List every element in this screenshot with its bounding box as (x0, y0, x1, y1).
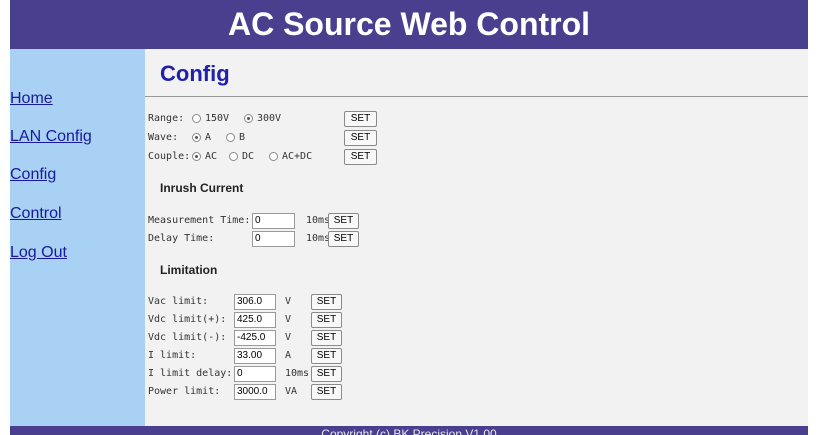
wave-set-button[interactable]: SET (344, 130, 377, 146)
range-row: Range: 150V 300V SET (148, 111, 798, 127)
page-header-title: AC Source Web Control (227, 6, 591, 42)
page: AC Source Web Control Home LAN Config Co… (0, 0, 818, 435)
vac-limit-unit: V (285, 296, 292, 307)
delay-time-set-button[interactable]: SET (328, 231, 359, 247)
wave-radio-a[interactable] (192, 133, 201, 142)
wave-radio-b[interactable] (226, 133, 235, 142)
nav-link-config[interactable]: Config (10, 166, 56, 184)
range-radio-300v[interactable] (244, 114, 253, 123)
couple-option-dc-label: DC (242, 151, 255, 162)
measurement-time-input[interactable]: 0 (252, 213, 295, 229)
i-limit-delay-set-button[interactable]: SET (311, 366, 342, 382)
couple-option-ac-label: AC (205, 151, 218, 162)
power-limit-unit: VA (285, 386, 298, 397)
main-content: Config Range: 150V 300V SET Wave: A B SE… (145, 49, 808, 426)
i-limit-unit: A (285, 350, 292, 361)
vdc-limit-negative-row: Vdc limit(-): -425.0 V SET (148, 330, 798, 346)
sidebar-nav: Home LAN Config Config Control Log Out (10, 49, 145, 426)
measurement-time-unit: 10ms (306, 215, 331, 226)
nav-link-log-out[interactable]: Log Out (10, 244, 67, 262)
vdc-limit-positive-input[interactable]: 425.0 (234, 312, 276, 328)
power-limit-row: Power limit: 3000.0 VA SET (148, 384, 798, 400)
vdc-limit-positive-label: Vdc limit(+): (148, 314, 227, 325)
delay-time-input[interactable]: 0 (252, 231, 295, 247)
nav-link-home[interactable]: Home (10, 90, 53, 108)
nav-link-control[interactable]: Control (10, 205, 62, 223)
range-set-button[interactable]: SET (344, 111, 377, 127)
vdc-limit-negative-input[interactable]: -425.0 (234, 330, 276, 346)
measurement-time-label: Measurement Time: (148, 215, 251, 226)
range-option-150v-label: 150V (205, 113, 230, 124)
i-limit-delay-label: I limit delay: (148, 368, 233, 379)
i-limit-delay-row: I limit delay: 0 10ms SET (148, 366, 798, 382)
i-limit-delay-input[interactable]: 0 (234, 366, 276, 382)
measurement-time-row: Measurement Time: 0 10ms SET (148, 213, 798, 229)
vdc-limit-negative-unit: V (285, 332, 292, 343)
copyright-text: Copyright (c) BK Precision V1.00 (321, 427, 497, 435)
measurement-time-set-button[interactable]: SET (328, 213, 359, 229)
power-limit-input[interactable]: 3000.0 (234, 384, 276, 400)
vdc-limit-negative-set-button[interactable]: SET (311, 330, 342, 346)
range-radio-150v[interactable] (192, 114, 201, 123)
vdc-limit-positive-set-button[interactable]: SET (311, 312, 342, 328)
nav-link-lan-config[interactable]: LAN Config (10, 128, 92, 146)
inrush-current-heading: Inrush Current (160, 181, 244, 195)
vdc-limit-positive-row: Vdc limit(+): 425.0 V SET (148, 312, 798, 328)
wave-label: Wave: (148, 132, 179, 143)
range-option-300v-label: 300V (257, 113, 282, 124)
wave-option-a-label: A (205, 132, 212, 143)
limitation-heading: Limitation (160, 263, 218, 277)
delay-time-label: Delay Time: (148, 233, 215, 244)
page-footer: Copyright (c) BK Precision V1.00 (10, 426, 808, 435)
wave-row: Wave: A B SET (148, 130, 798, 146)
delay-time-row: Delay Time: 0 10ms SET (148, 231, 798, 247)
power-limit-label: Power limit: (148, 386, 221, 397)
couple-radio-dc[interactable] (229, 152, 238, 161)
i-limit-row: I limit: 33.00 A SET (148, 348, 798, 364)
couple-radio-ac[interactable] (192, 152, 201, 161)
page-header: AC Source Web Control (10, 0, 808, 49)
title-divider (145, 96, 808, 97)
delay-time-unit: 10ms (306, 233, 331, 244)
couple-row: Couple: AC DC AC+DC SET (148, 149, 798, 165)
i-limit-label: I limit: (148, 350, 197, 361)
couple-radio-ac-dc[interactable] (269, 152, 278, 161)
vac-limit-set-button[interactable]: SET (311, 294, 342, 310)
i-limit-set-button[interactable]: SET (311, 348, 342, 364)
power-limit-set-button[interactable]: SET (311, 384, 342, 400)
couple-label: Couple: (148, 151, 191, 162)
vdc-limit-negative-label: Vdc limit(-): (148, 332, 227, 343)
wave-option-b-label: B (239, 132, 246, 143)
vac-limit-input[interactable]: 306.0 (234, 294, 276, 310)
vdc-limit-positive-unit: V (285, 314, 292, 325)
vac-limit-row: Vac limit: 306.0 V SET (148, 294, 798, 310)
i-limit-delay-unit: 10ms (285, 368, 310, 379)
couple-option-ac-dc-label: AC+DC (282, 151, 313, 162)
i-limit-input[interactable]: 33.00 (234, 348, 276, 364)
couple-set-button[interactable]: SET (344, 149, 377, 165)
range-label: Range: (148, 113, 185, 124)
page-title: Config (160, 61, 230, 86)
vac-limit-label: Vac limit: (148, 296, 209, 307)
